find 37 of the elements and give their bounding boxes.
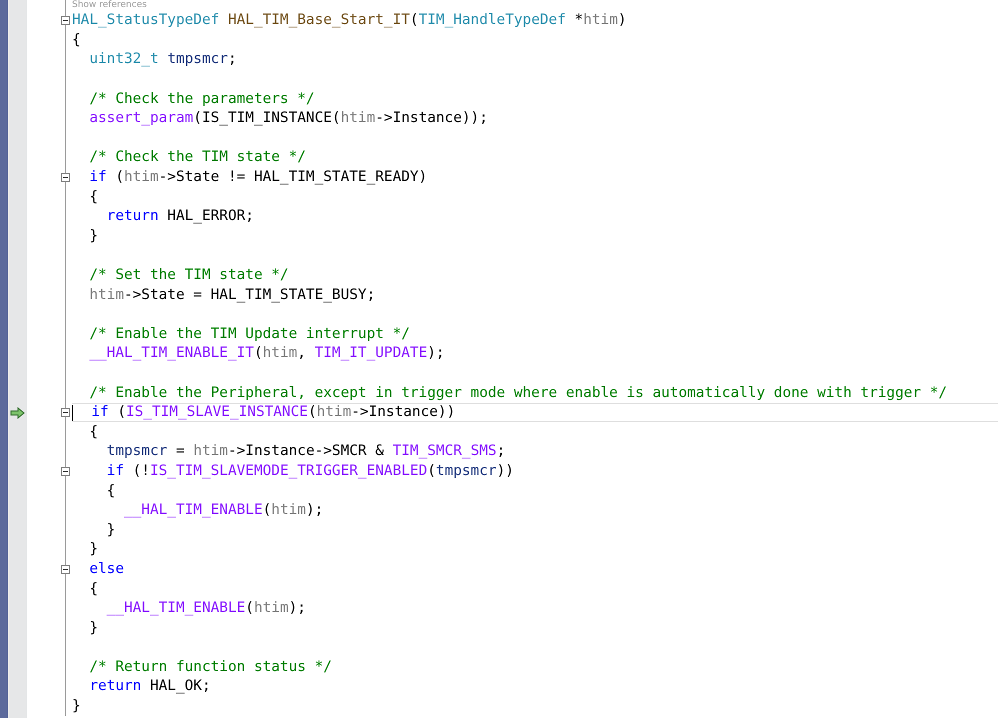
code-line: } [72,698,81,716]
code-line: /* Check the parameters */ [88,90,315,108]
code-line: return HAL_OK; [88,678,211,696]
code-line: uint32_t tmpsmcr; [88,51,237,68]
collapse-icon[interactable] [61,16,70,26]
code-line: { [88,424,98,441]
code-line: else [88,560,124,578]
code-line: return HAL_ERROR; [106,208,254,226]
code-line: htim->State = HAL_TIM_STATE_BUSY; [88,286,376,304]
code-line: HAL_StatusTypeDef HAL_TIM_Base_Start_IT(TIM_HandleTypeDef *htim) [72,12,627,30]
code-line: tmpsmcr = htim->Instance->SMCR & TIM_SMCR_SMS; [106,443,506,460]
code-line: { [88,188,98,206]
code-line: if (htim->State != HAL_TIM_STATE_READY) [88,169,428,186]
code-line: /* Check the TIM state */ [88,149,306,166]
code-line: __HAL_TIM_ENABLE(htim); [106,600,306,618]
code-line: } [106,522,116,539]
code-line: /* Enable the TIM Update interrupt */ [88,326,410,343]
collapse-icon[interactable] [61,173,70,182]
code-line: { [88,580,98,598]
code-line: /* Return function status */ [88,658,332,676]
references-link[interactable]: Show references [72,0,147,11]
collapse-icon[interactable] [61,466,70,476]
text-cursor [72,404,73,421]
collapse-icon[interactable] [61,408,70,418]
code-line: __HAL_TIM_ENABLE(htim); [122,502,324,520]
code-line: if (!IS_TIM_SLAVEMODE_TRIGGER_ENABLED(tmpsmcr)) [106,462,514,480]
code-line: __HAL_TIM_ENABLE_IT(htim, TIM_IT_UPDATE); [88,345,445,362]
code-line: /* Enable the Peripheral, except in trigger mode where enable is automatically done with trigger */ [88,384,948,402]
code-line: } [88,228,98,245]
code-line: /* Set the TIM state */ [88,267,289,284]
code-line: assert_param(IS_TIM_INSTANCE(htim->Instance)); [88,110,488,128]
collapse-icon[interactable] [61,564,70,574]
code-line: if (IS_TIM_SLAVE_INSTANCE(htim->Instance)) [90,404,456,422]
code-line: } [88,541,98,558]
code-line: { [72,32,81,49]
code-line: { [106,482,116,500]
code-line: } [88,620,98,637]
